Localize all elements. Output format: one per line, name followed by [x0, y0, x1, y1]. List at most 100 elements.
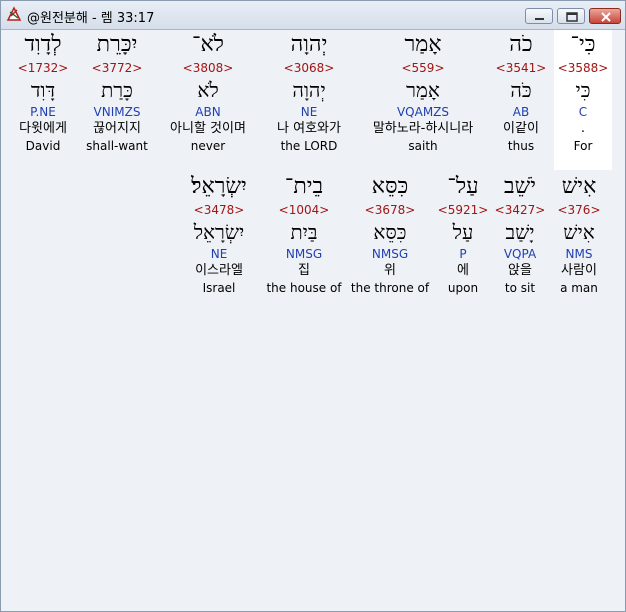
hebrew-word: כֹה: [509, 32, 533, 57]
strong-number[interactable]: <3427>: [494, 202, 546, 218]
strong-number[interactable]: <3068>: [264, 60, 354, 76]
word-block[interactable]: יֹשֵׁב <3427> יָשַׁב VQPA 앉을 to sit: [494, 172, 546, 312]
hebrew-lemma: אָמַר: [406, 78, 440, 102]
main-window: @원전분해 - 렘 33:17 כִּי־ <3588> כִּי C . Fo…: [0, 0, 626, 612]
maximize-button[interactable]: [557, 8, 585, 24]
strong-number[interactable]: <1004>: [264, 202, 344, 218]
parsing-code: NMSG: [371, 247, 409, 261]
word-block[interactable]: אָמַר <559> אָמַר VQAMZS 말하노라-하시니라 saith: [358, 30, 488, 170]
hebrew-lemma: לֹא: [197, 78, 219, 102]
hebrew-lemma: בַּיִת: [290, 220, 318, 244]
parsing-code: AB: [512, 105, 530, 119]
title-bar[interactable]: @원전분해 - 렘 33:17: [1, 1, 625, 30]
hebrew-lemma: יִשְׂרָאֵל: [193, 220, 245, 244]
english-gloss: David: [25, 139, 61, 153]
hebrew-word: לְדָוִד: [24, 32, 62, 57]
word-block[interactable]: כֹה <3541> כֹּה AB 이같이 thus: [492, 30, 550, 170]
parsing-code: NE: [300, 105, 318, 119]
english-gloss: saith: [408, 139, 438, 153]
hebrew-lemma: כֹּה: [510, 78, 532, 102]
hebrew-lemma: כָּרַת: [101, 78, 133, 102]
korean-gloss: 이같이: [503, 121, 539, 136]
english-gloss: shall-want: [86, 139, 148, 153]
close-button[interactable]: [589, 8, 621, 24]
korean-gloss: .: [580, 121, 586, 136]
korean-gloss: 이스라엘: [195, 263, 243, 278]
english-gloss: a man: [560, 281, 598, 295]
hebrew-lemma: דָּוִד: [30, 78, 56, 102]
hebrew-lemma: כִּסֵּא: [373, 220, 407, 244]
parsing-code: NMSG: [285, 247, 323, 261]
parsing-code: VQPA: [503, 247, 537, 261]
minimize-button[interactable]: [525, 8, 553, 24]
hebrew-lemma: יְהוָה: [292, 78, 326, 102]
hebrew-lemma: אִישׁ: [563, 220, 595, 244]
hebrew-word: עַל־: [447, 174, 479, 199]
korean-gloss: 다윗에게: [19, 121, 67, 136]
parsing-code: P.NE: [30, 105, 56, 119]
parsing-code: P: [459, 247, 467, 261]
parsing-code: ABN: [195, 105, 221, 119]
hebrew-word: בֵית־: [284, 174, 324, 199]
hebrew-word: יֹשֵׁב: [504, 174, 536, 199]
english-gloss: upon: [447, 281, 479, 295]
window-title: @원전분해 - 렘 33:17: [27, 11, 155, 26]
hebrew-word: יִשְׂרָאֵל׃: [191, 174, 247, 199]
strong-number[interactable]: <3478>: [178, 202, 260, 218]
hebrew-word: יִכָּרֵת: [96, 32, 138, 57]
hebrew-word: יְהוָה: [290, 32, 328, 57]
word-block[interactable]: אִישׁ <376> אִישׁ NMS 사람이 a man: [550, 172, 608, 312]
korean-gloss: 앉을: [508, 263, 532, 278]
english-gloss: thus: [507, 139, 535, 153]
word-block[interactable]: לְדָוִד <1732> דָּוִד P.NE 다윗에게 David: [8, 30, 78, 170]
strong-number[interactable]: <376>: [550, 202, 608, 218]
word-block[interactable]: כִּסֵּא <3678> כִּסֵּא NMSG 위 the throne…: [348, 172, 432, 312]
word-block[interactable]: עַל־ <5921> עַל P 에 upon: [436, 172, 490, 312]
parsing-code: VQAMZS: [396, 105, 450, 119]
word-block[interactable]: לֹא־ <3808> לֹא ABN 아니할 것이며 never: [156, 30, 260, 170]
korean-gloss: 끊어지지: [93, 121, 141, 136]
hebrew-lemma: כִּי: [575, 78, 591, 102]
hebrew-word: כִּסֵּא: [371, 174, 409, 199]
strong-number[interactable]: <3808>: [156, 60, 260, 76]
word-block[interactable]: בֵית־ <1004> בַּיִת NMSG 집 the house of: [264, 172, 344, 312]
strong-number[interactable]: <3678>: [348, 202, 432, 218]
english-gloss: the throne of: [350, 281, 430, 295]
korean-gloss: 말하노라-하시니라: [372, 121, 474, 136]
word-block[interactable]: יִכָּרֵת <3772> כָּרַת VNIMZS 끊어지지 shall…: [82, 30, 152, 170]
english-gloss: the LORD: [280, 139, 338, 153]
word-block[interactable]: יְהוָה <3068> יְהוָה NE 나 여호와가 the LORD: [264, 30, 354, 170]
strong-number[interactable]: <559>: [358, 60, 488, 76]
korean-gloss: 에: [457, 263, 469, 278]
strong-number[interactable]: <3772>: [82, 60, 152, 76]
english-gloss: the house of: [266, 281, 342, 295]
strong-number[interactable]: <1732>: [8, 60, 78, 76]
korean-gloss: 아니할 것이며: [170, 121, 246, 136]
word-block[interactable]: כִּי־ <3588> כִּי C . For: [554, 30, 612, 170]
parsing-code: C: [578, 105, 588, 119]
parsing-code: NMS: [565, 247, 593, 261]
korean-gloss: 위: [384, 263, 396, 278]
strong-number[interactable]: <3541>: [492, 60, 550, 76]
hebrew-word: אִישׁ: [561, 174, 597, 199]
english-gloss: Israel: [202, 281, 236, 295]
parsing-code: VNIMZS: [93, 105, 141, 119]
korean-gloss: 나 여호와가: [277, 121, 341, 136]
hebrew-lemma: עַל: [452, 220, 474, 244]
hebrew-word: כִּי־: [570, 32, 596, 57]
english-gloss: never: [190, 139, 226, 153]
interlinear-content: כִּי־ <3588> כִּי C . For כֹה <3541> כֹּ…: [2, 30, 624, 610]
hebrew-word: לֹא־: [192, 32, 224, 57]
strong-number[interactable]: <3588>: [554, 60, 612, 76]
english-gloss: For: [573, 139, 593, 153]
korean-gloss: 집: [298, 263, 310, 278]
hebrew-lemma: יָשַׁב: [505, 220, 535, 244]
word-block[interactable]: יִשְׂרָאֵל׃ <3478> יִשְׂרָאֵל NE 이스라엘 Is…: [178, 172, 260, 312]
strong-number[interactable]: <5921>: [436, 202, 490, 218]
app-icon[interactable]: [6, 6, 22, 22]
english-gloss: to sit: [504, 281, 536, 295]
korean-gloss: 사람이: [561, 263, 597, 278]
hebrew-word: אָמַר: [404, 32, 442, 57]
maximize-icon: [566, 12, 578, 22]
minimize-icon: [535, 18, 544, 20]
